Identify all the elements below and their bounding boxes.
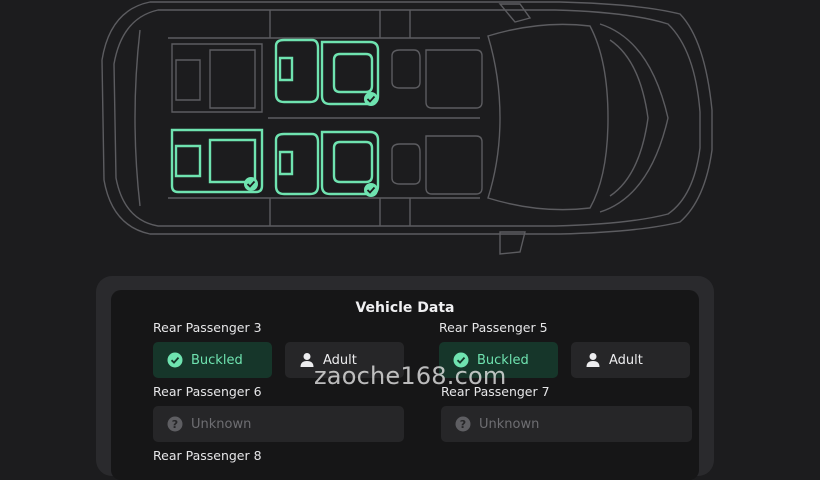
passenger-label: Rear Passenger 6 (153, 384, 262, 399)
highlighted-seats (170, 38, 380, 196)
seatbelt-status-chip[interactable]: Buckled (153, 342, 272, 378)
seatbelt-status-text: Unknown (191, 416, 252, 432)
passenger-label: Rear Passenger 5 (439, 320, 548, 335)
passenger-label: Rear Passenger 3 (153, 320, 262, 335)
person-icon (586, 353, 600, 367)
svg-text:?: ? (460, 418, 466, 431)
occupant-type-chip[interactable]: Adult (571, 342, 690, 378)
svg-text:?: ? (172, 418, 178, 431)
check-circle-icon (167, 352, 183, 368)
seatbelt-status-chip[interactable]: ? Unknown (153, 406, 404, 442)
seat-top-left (274, 38, 320, 104)
question-circle-icon: ? (167, 416, 183, 432)
vehicle-top-view (101, 1, 713, 255)
seatbelt-status-chip[interactable]: ? Unknown (441, 406, 692, 442)
seatbelt-status-text: Unknown (479, 416, 540, 432)
watermark: zaoche168.com (314, 362, 507, 390)
seatbelt-status-text: Buckled (191, 352, 243, 368)
car-body-outline (101, 1, 713, 255)
question-circle-icon: ? (455, 416, 471, 432)
seat-bottom-left (274, 132, 320, 196)
panel-title: Vehicle Data (355, 300, 455, 316)
person-icon (300, 353, 314, 367)
occupant-type-text: Adult (609, 352, 643, 368)
